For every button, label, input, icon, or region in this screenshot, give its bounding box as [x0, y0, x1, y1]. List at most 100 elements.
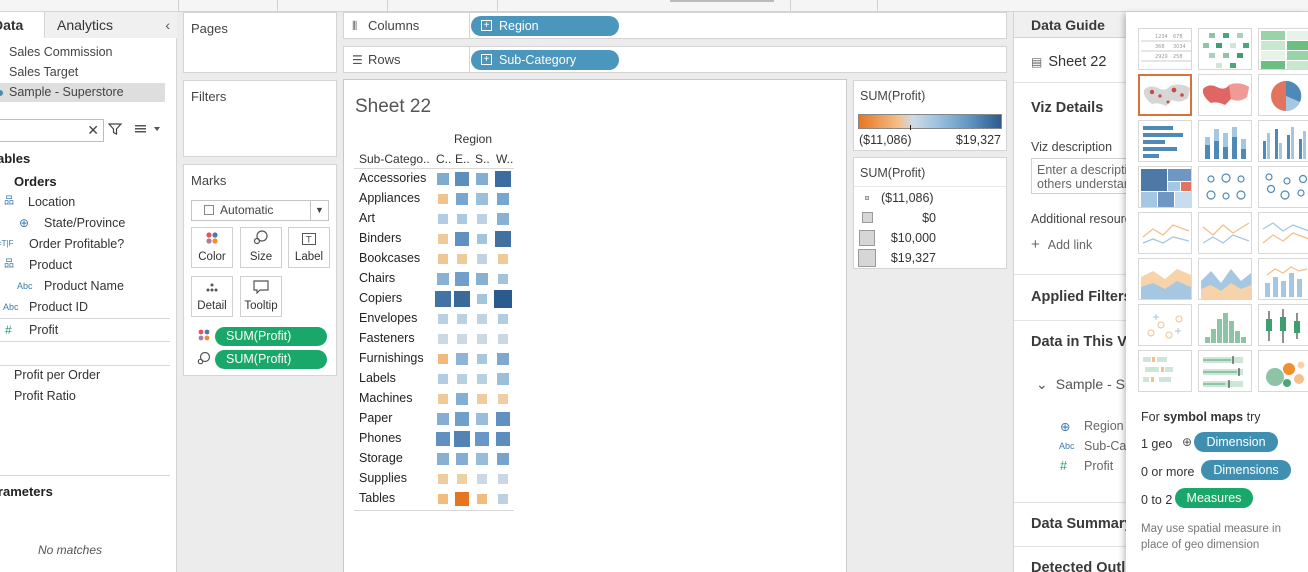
- heatmap-cell[interactable]: [477, 334, 487, 344]
- heatmap-cell[interactable]: [498, 254, 508, 264]
- heatmap-cell[interactable]: [476, 353, 488, 365]
- filters-card[interactable]: Filters: [183, 80, 337, 157]
- chart-type-thumbnail[interactable]: [1258, 120, 1308, 162]
- chart-type-thumbnail[interactable]: [1138, 212, 1192, 254]
- heatmap-cell[interactable]: [475, 432, 489, 446]
- sub-category-row-label[interactable]: Paper: [359, 411, 392, 425]
- chart-type-thumbnail[interactable]: [1138, 350, 1192, 392]
- heatmap-cell[interactable]: [437, 213, 449, 225]
- chart-type-thumbnail[interactable]: [1258, 74, 1308, 116]
- heatmap-cell[interactable]: [498, 474, 508, 484]
- field-profit-ratio[interactable]: Profit Ratio: [14, 386, 76, 406]
- sub-category-row-label[interactable]: Storage: [359, 451, 403, 465]
- heatmap-cell[interactable]: [457, 374, 467, 384]
- heatmap-cell[interactable]: [453, 290, 471, 308]
- heatmap-cell[interactable]: [455, 272, 469, 286]
- clear-icon[interactable]: ✕: [87, 122, 99, 139]
- search-input[interactable]: ✕: [0, 119, 104, 142]
- heatmap-cell[interactable]: [436, 172, 450, 186]
- heatmap-cell[interactable]: [437, 373, 449, 385]
- chart-type-thumbnail[interactable]: [1258, 166, 1308, 208]
- field-order-profitable[interactable]: =T|F Order Profitable?: [0, 234, 124, 254]
- heatmap-cell[interactable]: [454, 231, 470, 247]
- tab-analytics[interactable]: Analytics: [45, 12, 177, 38]
- heatmap-cell[interactable]: [496, 212, 509, 225]
- add-link-button[interactable]: + Add link: [1031, 236, 1092, 253]
- heatmap-cell[interactable]: [476, 453, 488, 465]
- heatmap-cell[interactable]: [498, 334, 508, 344]
- region-column-label[interactable]: W..: [496, 152, 513, 166]
- field-state-province[interactable]: ⊕ State/Province: [19, 213, 125, 233]
- heatmap-cell[interactable]: [498, 494, 508, 504]
- heatmap-cell[interactable]: [494, 230, 512, 248]
- sub-category-row-label[interactable]: Labels: [359, 371, 396, 385]
- sub-category-header[interactable]: Sub-Catego..: [359, 152, 430, 166]
- heatmap-cell[interactable]: [475, 172, 489, 186]
- chart-type-thumbnail[interactable]: 1234 678 368 3034 2929 258: [1138, 28, 1192, 70]
- heatmap-cell[interactable]: [454, 431, 470, 447]
- heatmap-cell[interactable]: [477, 394, 487, 404]
- heatmap-cell[interactable]: [438, 474, 448, 484]
- sub-category-row-label[interactable]: Tables: [359, 491, 395, 505]
- heatmap-cell[interactable]: [456, 213, 468, 225]
- chart-type-thumbnail[interactable]: [1258, 28, 1308, 70]
- sub-category-row-label[interactable]: Art: [359, 211, 375, 225]
- heatmap-cell[interactable]: [455, 452, 469, 466]
- field-profit-per-order[interactable]: Profit per Order: [14, 365, 100, 385]
- sub-category-row-label[interactable]: Copiers: [359, 291, 402, 305]
- sub-category-row-label[interactable]: Binders: [359, 231, 401, 245]
- tab-data[interactable]: Data: [0, 12, 45, 38]
- color-button[interactable]: Color: [191, 227, 233, 268]
- heatmap-cell[interactable]: [497, 273, 509, 285]
- sub-category-row-label[interactable]: Chairs: [359, 271, 395, 285]
- size-field-pill[interactable]: SUM(Profit): [215, 350, 327, 369]
- heatmap-cell[interactable]: [495, 411, 511, 427]
- sub-category-row-label[interactable]: Supplies: [359, 471, 407, 485]
- heatmap-cell[interactable]: [477, 314, 487, 324]
- chart-type-thumbnail[interactable]: [1138, 120, 1192, 162]
- color-legend[interactable]: SUM(Profit) ($11,086) $19,327: [853, 80, 1007, 151]
- size-button[interactable]: Size: [240, 227, 282, 268]
- heatmap-cell[interactable]: [477, 374, 487, 384]
- rows-shelf[interactable]: ☰ Rows + Sub-Category: [343, 46, 1007, 73]
- heatmap-cell[interactable]: [434, 290, 452, 308]
- heatmap-cell[interactable]: [456, 353, 468, 365]
- heatmap-cell[interactable]: [477, 474, 487, 484]
- heatmap-cell[interactable]: [457, 314, 467, 324]
- view-options-icon[interactable]: [134, 122, 160, 139]
- heatmap-cell[interactable]: [435, 431, 451, 447]
- heatmap-cell[interactable]: [496, 452, 510, 466]
- datasource-item-selected[interactable]: Sample - Superstore: [0, 83, 165, 102]
- heatmap-cell[interactable]: [496, 352, 510, 366]
- chart-type-thumbnail[interactable]: [1258, 258, 1308, 300]
- heatmap-cell[interactable]: [455, 192, 469, 206]
- data-in-viz-heading[interactable]: Data in This Viz: [1031, 334, 1138, 350]
- heatmap-cell[interactable]: [436, 412, 450, 426]
- sub-category-row-label[interactable]: Machines: [359, 391, 413, 405]
- worksheet-view[interactable]: Sheet 22 Region Sub-Catego.. C.. E.. S.. W.…: [343, 79, 847, 572]
- sub-category-row-label[interactable]: Phones: [359, 431, 401, 445]
- heatmap-cell[interactable]: [494, 290, 512, 308]
- chart-type-thumbnail[interactable]: [1198, 28, 1252, 70]
- datasource-item[interactable]: Sales Commission: [0, 43, 165, 62]
- sub-category-row-label[interactable]: Appliances: [359, 191, 420, 205]
- size-legend[interactable]: SUM(Profit) ($11,086) $0 $10,000 $19,327: [853, 157, 1007, 269]
- heatmap-cell[interactable]: [455, 392, 469, 406]
- field-product-id[interactable]: Abc Product ID: [3, 297, 88, 317]
- heatmap-cell[interactable]: [454, 491, 470, 507]
- heatmap-cell[interactable]: [476, 293, 488, 305]
- chart-type-thumbnail[interactable]: [1198, 304, 1252, 346]
- chart-type-thumbnail[interactable]: [1258, 350, 1308, 392]
- chart-type-thumbnail[interactable]: [1198, 74, 1252, 116]
- chart-type-symbol-map-selected[interactable]: [1138, 74, 1192, 116]
- heatmap-cell[interactable]: [477, 254, 487, 264]
- heatmap-cell[interactable]: [475, 272, 489, 286]
- heatmap-cell[interactable]: [495, 431, 511, 447]
- chart-type-thumbnail[interactable]: [1138, 304, 1192, 346]
- pages-card[interactable]: Pages: [183, 12, 337, 73]
- heatmap-cell[interactable]: [457, 474, 467, 484]
- region-column-label[interactable]: C..: [436, 152, 451, 166]
- heatmap-cell[interactable]: [476, 193, 488, 205]
- data-summary-heading[interactable]: Data Summary: [1031, 516, 1133, 532]
- field-profit[interactable]: # Profit: [5, 320, 58, 340]
